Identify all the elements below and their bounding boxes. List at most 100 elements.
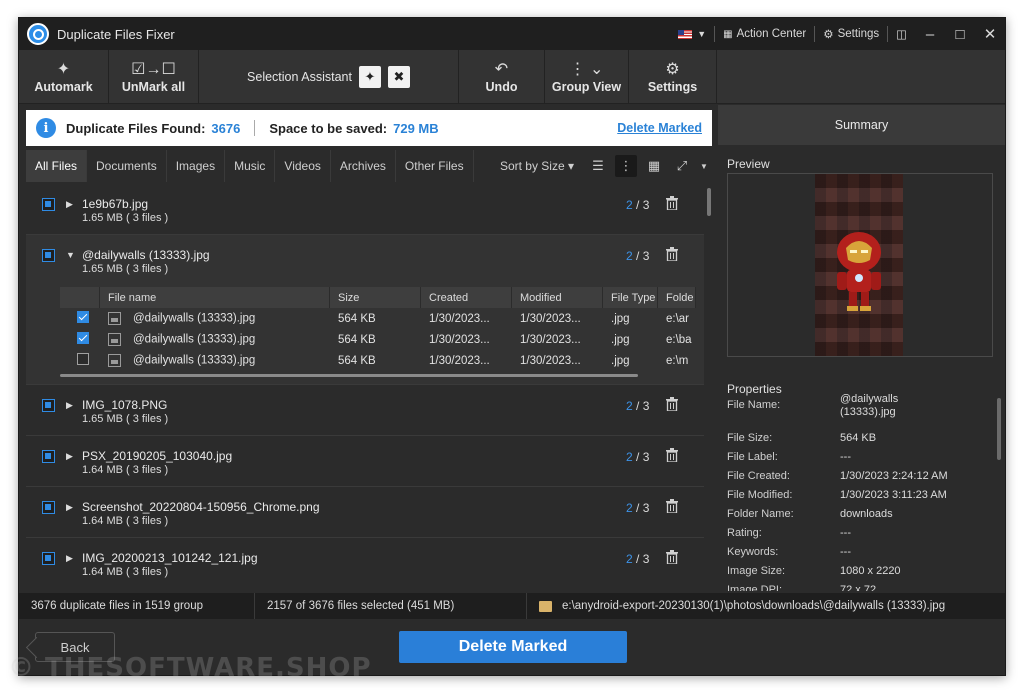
titlebar-settings-button[interactable]: ⚙ Settings xyxy=(815,18,887,50)
expand-caret-icon[interactable]: ▶ xyxy=(66,451,73,462)
group-checkbox[interactable] xyxy=(42,198,55,211)
horizontal-scrollbar[interactable] xyxy=(60,374,638,377)
col-size[interactable]: Size xyxy=(330,287,421,308)
close-button[interactable]: ✕ xyxy=(975,25,1005,43)
status-selected: 2157 of 3676 files selected (451 MB) xyxy=(255,593,527,619)
tab-videos[interactable]: Videos xyxy=(275,150,331,182)
col-created[interactable]: Created xyxy=(421,287,512,308)
tab-images[interactable]: Images xyxy=(167,150,226,182)
group-row[interactable]: ▶ PSX_20190205_103040.jpg 1.64 MB ( 3 fi… xyxy=(26,436,704,487)
tab-music[interactable]: Music xyxy=(225,150,276,182)
trash-icon[interactable] xyxy=(666,397,678,411)
undo-button[interactable]: ↶ Undo xyxy=(459,50,545,103)
group-row[interactable]: ▶ 1e9b67b.jpg 1.65 MB ( 3 files ) 2 / 3 xyxy=(26,184,704,235)
property-file-label: File Label: --- xyxy=(727,451,851,463)
preview-label: Preview xyxy=(727,157,770,171)
group-row-expanded[interactable]: ▼ @dailywalls (13333).jpg 1.65 MB ( 3 fi… xyxy=(26,235,704,385)
tab-other-files[interactable]: Other Files xyxy=(396,150,474,182)
grid-view-icon[interactable]: ▦ xyxy=(643,155,665,177)
group-name: @dailywalls (13333).jpg xyxy=(82,248,210,262)
trash-icon[interactable] xyxy=(666,196,678,210)
row-checkbox[interactable] xyxy=(77,353,89,365)
properties-scrollbar[interactable] xyxy=(997,398,1001,460)
marked-count: 2 xyxy=(626,450,633,464)
group-checkbox[interactable] xyxy=(42,450,55,463)
automark-button[interactable]: ✦ Automark xyxy=(19,50,109,103)
table-row[interactable]: @dailywalls (13333).jpg 564 KB 1/30/2023… xyxy=(60,308,696,329)
action-center-button[interactable]: ▦ Action Center xyxy=(715,18,814,50)
expand-caret-icon[interactable]: ▶ xyxy=(66,553,73,564)
row-file-name: @dailywalls (13333).jpg xyxy=(133,312,256,325)
toolbar-settings-button[interactable]: ⚙ Settings xyxy=(629,50,717,103)
selection-wand-button[interactable]: ✦ xyxy=(358,65,381,88)
total-count: 3 xyxy=(642,198,650,212)
list-view-icon[interactable]: ☰ xyxy=(587,155,609,177)
status-bar: 3676 duplicate files in 1519 group 2157 … xyxy=(19,593,1005,619)
expand-icon[interactable]: ⤢ xyxy=(671,155,693,177)
unmark-all-button[interactable]: ☑→☐ UnMark all xyxy=(109,50,199,103)
table-row[interactable]: @dailywalls (13333).jpg 564 KB 1/30/2023… xyxy=(60,329,696,350)
chevron-down-icon: ▼ xyxy=(697,29,707,39)
delete-marked-button[interactable]: Delete Marked xyxy=(399,631,627,663)
tab-documents[interactable]: Documents xyxy=(87,150,167,182)
row-checkbox[interactable] xyxy=(77,311,89,323)
group-view-button[interactable]: ⋮ ⌄ Group View xyxy=(545,50,629,103)
image-file-icon xyxy=(108,333,121,346)
col-modified[interactable]: Modified xyxy=(512,287,603,308)
detail-view-icon[interactable]: ⋮ xyxy=(615,155,637,177)
title-bar: Duplicate Files Fixer ▼ ▦ Action Center … xyxy=(19,18,1005,50)
group-name: Screenshot_20220804-150956_Chrome.png xyxy=(82,500,320,514)
expand-caret-icon[interactable]: ▶ xyxy=(66,199,73,210)
group-row[interactable]: ▶ IMG_20200213_101242_121.jpg 1.64 MB ( … xyxy=(26,538,704,588)
view-more-icon[interactable]: ▼ xyxy=(699,155,709,177)
tab-archives[interactable]: Archives xyxy=(331,150,396,182)
group-mark-count: 2 / 3 xyxy=(626,198,650,212)
minimize-button[interactable]: – xyxy=(915,26,945,43)
expand-caret-icon[interactable]: ▶ xyxy=(66,400,73,411)
row-type: .jpg xyxy=(611,312,630,325)
expand-caret-icon[interactable]: ▶ xyxy=(66,502,73,513)
magic-wand-icon: ✦ xyxy=(56,60,71,78)
trash-icon[interactable] xyxy=(666,550,678,564)
property-file-name: File Name: @dailywalls (13333).jpg xyxy=(727,393,899,418)
tab-all-files[interactable]: All Files xyxy=(26,150,88,182)
row-created: 1/30/2023... xyxy=(429,312,490,325)
col-file-name[interactable]: File name xyxy=(100,287,330,308)
trash-icon[interactable] xyxy=(666,247,678,261)
trash-icon[interactable] xyxy=(666,448,678,462)
marked-count: 2 xyxy=(626,552,633,566)
sort-by-dropdown[interactable]: Sort by Size ▾ xyxy=(500,159,584,173)
col-file-type[interactable]: File Type xyxy=(603,287,658,308)
group-checkbox[interactable] xyxy=(42,552,55,565)
marked-count: 2 xyxy=(626,249,633,263)
property-image-dpi: Image DPI: 72 x 72 xyxy=(727,584,877,591)
notification-button[interactable]: ◫ xyxy=(888,18,915,50)
group-row[interactable]: ▶ Screenshot_20220804-150956_Chrome.png … xyxy=(26,487,704,538)
property-file-modified: File Modified: 1/30/2023 3:11:23 AM xyxy=(727,489,947,501)
table-row[interactable]: @dailywalls (13333).jpg 564 KB 1/30/2023… xyxy=(60,350,696,371)
undo-label: Undo xyxy=(485,79,518,94)
list-scrollbar[interactable] xyxy=(707,188,711,216)
group-checkbox[interactable] xyxy=(42,249,55,262)
selection-assistant: Selection Assistant ✦ ✖ xyxy=(199,50,459,103)
trash-icon[interactable] xyxy=(666,499,678,513)
group-checkbox[interactable] xyxy=(42,399,55,412)
info-icon: i xyxy=(36,118,56,138)
row-checkbox[interactable] xyxy=(77,332,89,344)
group-size: 1.65 MB ( 3 files ) xyxy=(82,263,169,275)
group-name: 1e9b67b.jpg xyxy=(82,197,149,211)
col-folder[interactable]: Folde xyxy=(658,287,696,308)
maximize-button[interactable]: □ xyxy=(945,26,975,43)
preview-image xyxy=(815,174,903,356)
group-mark-count: 2 / 3 xyxy=(626,450,650,464)
duplicates-info-banner: i Duplicate Files Found: 3676 Space to b… xyxy=(26,110,712,146)
language-selector[interactable]: ▼ xyxy=(670,18,714,50)
total-count: 3 xyxy=(642,501,650,515)
group-mark-count: 2 / 3 xyxy=(626,399,650,413)
delete-marked-link[interactable]: Delete Marked xyxy=(617,121,702,135)
group-checkbox[interactable] xyxy=(42,501,55,514)
group-row[interactable]: ▶ IMG_1078.PNG 1.65 MB ( 3 files ) 2 / 3 xyxy=(26,385,704,436)
selection-tools-button[interactable]: ✖ xyxy=(387,65,410,88)
app-window: Duplicate Files Fixer ▼ ▦ Action Center … xyxy=(18,17,1006,676)
collapse-caret-icon[interactable]: ▼ xyxy=(66,250,75,260)
